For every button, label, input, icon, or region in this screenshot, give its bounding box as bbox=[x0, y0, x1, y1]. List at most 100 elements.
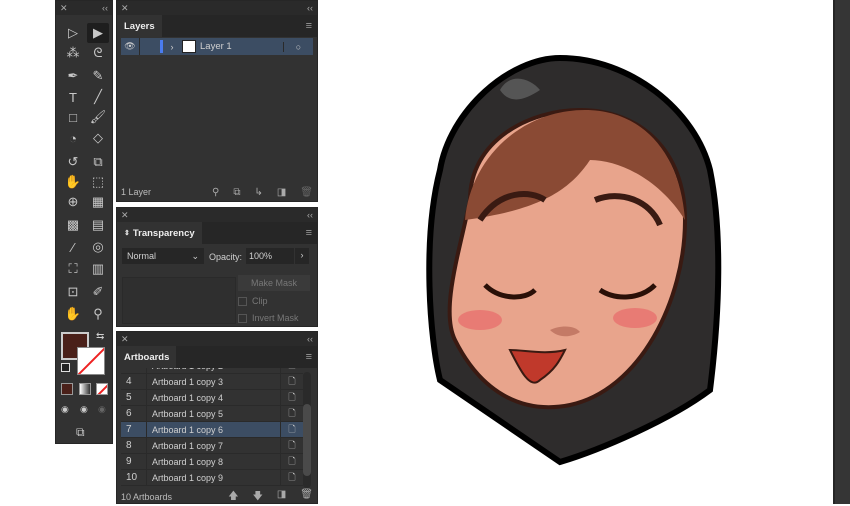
trash-icon[interactable]: 🗑 bbox=[300, 187, 313, 198]
artboard-name[interactable]: Artboard 1 copy 5 bbox=[147, 406, 281, 421]
artboard-options-icon[interactable]: 🗋 bbox=[281, 406, 303, 422]
chevron-right-icon[interactable]: › bbox=[166, 42, 178, 52]
color-mode-button[interactable] bbox=[61, 383, 73, 395]
rotate-tool-icon[interactable]: ↺ bbox=[62, 152, 84, 172]
opacity-input[interactable]: 100% bbox=[246, 248, 294, 264]
stroke-swatch[interactable] bbox=[77, 347, 105, 375]
panel-menu-icon[interactable]: ≡ bbox=[306, 351, 312, 363]
puppet-warp-tool-icon[interactable]: ✋ bbox=[62, 172, 84, 192]
collapse-icon[interactable]: ‹‹ bbox=[307, 210, 313, 220]
collapse-icon[interactable]: ‹‹ bbox=[102, 3, 108, 13]
artboard-name[interactable]: Artboard 1 copy 2 bbox=[147, 368, 281, 373]
free-transform-tool-icon[interactable]: ⬚ bbox=[87, 172, 109, 192]
artboard-row[interactable]: 8 Artboard 1 copy 7 🗋 bbox=[121, 438, 303, 454]
make-mask-button[interactable]: Make Mask bbox=[238, 275, 310, 291]
clip-checkbox[interactable]: Clip bbox=[238, 296, 268, 306]
artboard-row[interactable]: 5 Artboard 1 copy 4 🗋 bbox=[121, 390, 303, 406]
eraser-tool-icon[interactable]: ◇ bbox=[87, 128, 109, 148]
new-artboard-icon[interactable]: ◨ bbox=[277, 489, 286, 506]
artboard-name[interactable]: Artboard 1 copy 8 bbox=[147, 454, 281, 469]
collapse-icon[interactable]: ‹‹ bbox=[307, 3, 313, 13]
lasso-tool-icon[interactable]: ᘓ bbox=[87, 43, 109, 63]
clipping-mask-icon[interactable]: ⧉ bbox=[233, 187, 240, 198]
rectangle-tool-icon[interactable]: □ bbox=[62, 107, 84, 127]
mesh-tool-icon[interactable]: ▩ bbox=[62, 215, 84, 235]
tab-layers[interactable]: Layers bbox=[117, 15, 162, 37]
collapse-icon[interactable]: ‹‹ bbox=[307, 334, 313, 344]
close-icon[interactable]: ✕ bbox=[60, 3, 68, 14]
eyedropper-tool-icon[interactable]: ⁄ bbox=[62, 237, 84, 257]
trash-icon[interactable]: 🗑 bbox=[300, 489, 313, 506]
artboard-number: 5 bbox=[121, 390, 147, 405]
artboard-name[interactable]: Artboard 1 copy 4 bbox=[147, 390, 281, 405]
chevron-down-icon: ⌄ bbox=[191, 250, 199, 261]
draw-behind-icon[interactable]: ◉ bbox=[80, 404, 88, 415]
type-tool-icon[interactable]: T bbox=[62, 87, 84, 107]
hand-tool-icon[interactable]: ✋ bbox=[62, 304, 84, 324]
slice-tool-icon[interactable]: ✐ bbox=[87, 282, 109, 302]
direct-selection-tool-icon[interactable]: ▶ bbox=[87, 23, 109, 43]
move-up-icon[interactable]: 🡅 bbox=[228, 489, 238, 506]
transparency-panel: ✕ ‹‹ ⇕ Transparency ≡ Normal ⌄ Opacity: 100%… bbox=[116, 207, 318, 327]
search-icon[interactable]: ⚲ bbox=[212, 187, 219, 198]
gradient-mode-button[interactable] bbox=[79, 383, 91, 395]
pen-tool-icon[interactable]: ✒ bbox=[62, 66, 84, 86]
artboard-tool-icon[interactable]: ⊡ bbox=[62, 282, 84, 302]
artboard-options-icon[interactable]: 🗋 bbox=[281, 454, 303, 470]
none-mode-button[interactable] bbox=[96, 383, 108, 395]
tab-transparency[interactable]: ⇕ Transparency bbox=[117, 222, 202, 244]
new-layer-icon[interactable]: ◨ bbox=[277, 187, 286, 198]
default-colors-icon[interactable] bbox=[61, 363, 70, 372]
move-down-icon[interactable]: 🡇 bbox=[253, 489, 263, 506]
artboard-name[interactable]: Artboard 1 copy 7 bbox=[147, 438, 281, 453]
artboard-row[interactable]: 4 Artboard 1 copy 3 🗋 bbox=[121, 374, 303, 390]
magic-wand-tool-icon[interactable]: ⁂ bbox=[62, 43, 84, 63]
draw-inside-icon[interactable]: ◉ bbox=[98, 404, 106, 415]
eye-icon[interactable]: 👁 bbox=[121, 41, 139, 52]
screen-mode-icon[interactable]: ⧉ bbox=[76, 425, 85, 440]
panel-menu-icon[interactable]: ≡ bbox=[306, 20, 312, 32]
layer-name[interactable]: Layer 1 bbox=[200, 41, 283, 52]
column-graph-tool-icon[interactable]: ▥ bbox=[87, 259, 109, 279]
artboard-options-icon[interactable]: 🗋 bbox=[281, 390, 303, 406]
artboard-options-icon[interactable]: 🗋 bbox=[281, 438, 303, 454]
scale-tool-icon[interactable]: ⧉ bbox=[87, 152, 109, 172]
invert-mask-checkbox[interactable]: Invert Mask bbox=[238, 313, 299, 323]
opacity-slider-button[interactable]: › bbox=[295, 248, 309, 264]
selection-tool-icon[interactable]: ▷ bbox=[62, 23, 84, 43]
swap-fill-stroke-icon[interactable]: ⇆ bbox=[96, 331, 104, 342]
right-blush bbox=[613, 308, 657, 328]
artboard-options-icon[interactable]: 🗋 bbox=[281, 470, 303, 486]
shaper-tool-icon[interactable]: ◔ bbox=[62, 128, 84, 148]
close-icon[interactable]: ✕ bbox=[121, 334, 129, 345]
artboard-name[interactable]: Artboard 1 copy 6 bbox=[147, 422, 281, 437]
symbol-sprayer-tool-icon[interactable]: ⛶ bbox=[62, 259, 84, 279]
scrollbar[interactable] bbox=[303, 372, 311, 488]
artboard-row[interactable]: 7 Artboard 1 copy 6 🗋 bbox=[121, 422, 303, 438]
artboard-name[interactable]: Artboard 1 copy 9 bbox=[147, 470, 281, 485]
artboard-options-icon[interactable]: 🗋 bbox=[281, 422, 303, 438]
curvature-tool-icon[interactable]: ✎ bbox=[87, 66, 109, 86]
artboard-row[interactable]: 10 Artboard 1 copy 9 🗋 bbox=[121, 470, 303, 486]
close-icon[interactable]: ✕ bbox=[121, 210, 129, 221]
artboard-row[interactable]: 9 Artboard 1 copy 8 🗋 bbox=[121, 454, 303, 470]
sublayer-icon[interactable]: ↳ bbox=[254, 187, 262, 198]
gradient-tool-icon[interactable]: ▤ bbox=[87, 215, 109, 235]
close-icon[interactable]: ✕ bbox=[121, 3, 129, 14]
artboard-name[interactable]: Artboard 1 copy 3 bbox=[147, 374, 281, 389]
artboard-options-icon[interactable]: 🗋 bbox=[281, 374, 303, 390]
tab-artboards[interactable]: Artboards bbox=[117, 346, 177, 368]
target-icon[interactable]: ○ bbox=[283, 41, 313, 52]
artboard-number: 4 bbox=[121, 374, 147, 389]
blend-mode-select[interactable]: Normal ⌄ bbox=[122, 248, 204, 264]
shape-builder-tool-icon[interactable]: ⊕ bbox=[62, 192, 84, 212]
draw-normal-icon[interactable]: ◉ bbox=[61, 404, 69, 415]
layer-row[interactable]: 👁 › Layer 1 ○ bbox=[121, 38, 313, 55]
artboard-row[interactable]: 6 Artboard 1 copy 5 🗋 bbox=[121, 406, 303, 422]
panel-menu-icon[interactable]: ≡ bbox=[306, 227, 312, 239]
zoom-tool-icon[interactable]: ⚲ bbox=[87, 304, 109, 324]
perspective-grid-tool-icon[interactable]: ▦ bbox=[87, 192, 109, 212]
paintbrush-tool-icon[interactable]: 🖌 bbox=[87, 107, 109, 127]
line-tool-icon[interactable]: ╱ bbox=[87, 87, 109, 107]
blend-tool-icon[interactable]: ◎ bbox=[87, 237, 109, 257]
